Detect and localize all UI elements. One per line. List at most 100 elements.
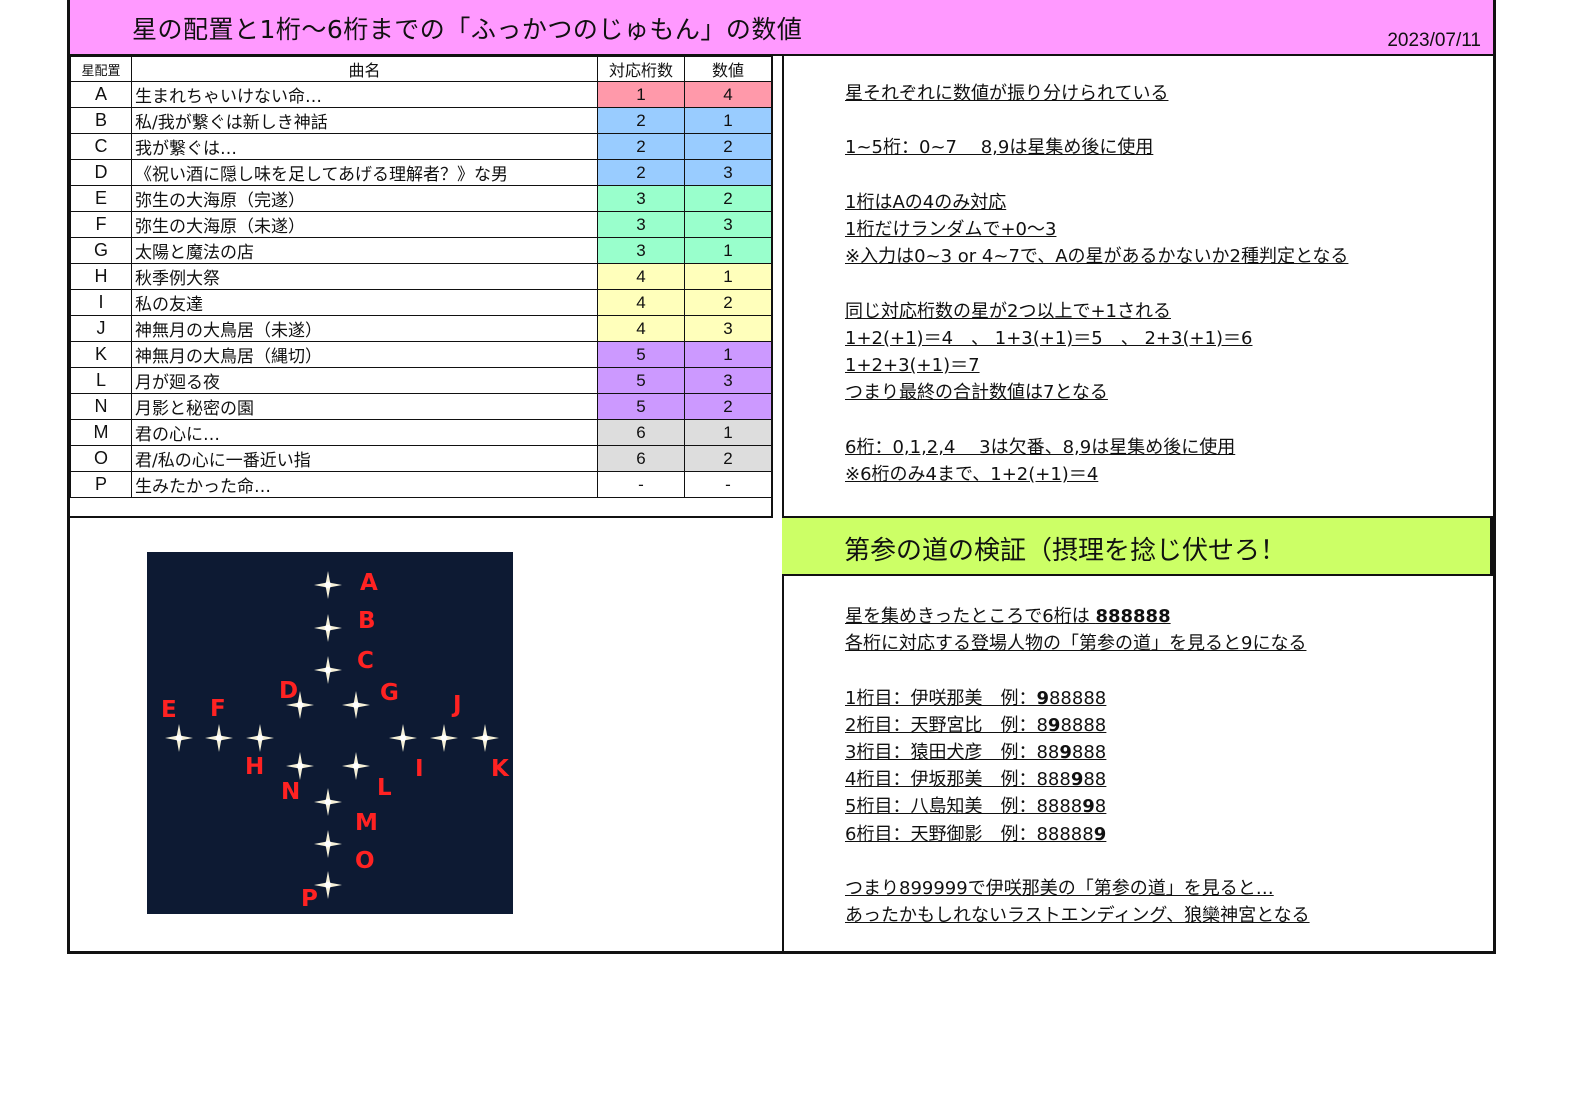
table-body: A 生まれちゃいけない命… 1 4 B 私/我が繋ぐは新しき神話 2 1 C 我が繋ぐは… 2 2 D 《…	[70, 81, 772, 498]
value-cell: 1	[684, 263, 772, 290]
song-name-cell: 我が繋ぐは…	[131, 133, 598, 160]
star-letter-cell: B	[70, 107, 132, 134]
song-name-cell: 月影と秘密の園	[131, 393, 598, 420]
digit-lines: 1桁目：伊咲那美 例：988888 2桁目：天野宮比 例：898888 3桁目：猿田…	[845, 685, 1310, 848]
star-letter-cell: K	[70, 341, 132, 368]
digit-example-line: 1桁目：伊咲那美 例：988888	[845, 687, 1107, 709]
digit-example-line: 3桁目：猿田犬彦 例：889888	[845, 742, 1107, 763]
star-letter-cell: G	[70, 237, 132, 264]
value-cell: 2	[684, 289, 772, 316]
digit-cell: 5	[597, 341, 685, 368]
star-label: D	[279, 678, 298, 704]
value-cell: 1	[684, 419, 772, 446]
banner-title: 第参の道の検証（摂理を捻じ伏せろ！	[844, 536, 1287, 566]
verify-line: つまり899999で伊咲那美の「第参の道」を見ると…	[845, 878, 1274, 899]
note-line: ※入力は0~3 or 4~7で、Aの星があるかないか2種判定となる	[845, 246, 1349, 268]
verify-bold: 888888	[1095, 606, 1171, 627]
verification-notes: 星を集めきったところで6桁は 888888 各桁に対応する登場人物の「第参の道」…	[845, 603, 1310, 929]
date-label: 2023/07/11	[1387, 30, 1481, 51]
note-line: 1+2(+1)＝4 、 1+3(+1)＝5 、 2+3(+1)＝6	[845, 327, 1253, 349]
star-table: 星配置 曲名 対応桁数 数値 A 生まれちゃいけない命… 1 4 B 私/我が繋ぐは新しき…	[70, 56, 772, 498]
table-row: F 弥生の大海原（未遂） 3 3	[70, 211, 772, 238]
digit-cell: 3	[597, 185, 685, 212]
note-line	[845, 406, 1348, 433]
table-header-row: 星配置 曲名 対応桁数 数値	[70, 56, 772, 82]
digit-cell: 2	[597, 133, 685, 160]
song-name-cell: 神無月の大鳥居（縄切）	[131, 341, 598, 368]
star-icon	[205, 724, 233, 752]
star-letter-cell: A	[70, 81, 132, 108]
digit-cell: 3	[597, 211, 685, 238]
star-letter-cell: C	[70, 133, 132, 160]
song-name-cell: 弥生の大海原（未遂）	[131, 211, 598, 238]
star-label: F	[210, 696, 226, 722]
star-label: P	[301, 886, 318, 912]
song-name-cell: 君の心に…	[131, 419, 598, 446]
star-icon	[471, 724, 499, 752]
star-icon	[314, 830, 342, 858]
digit-cell: 5	[597, 367, 685, 394]
song-name-cell: 私/我が繋ぐは新しき神話	[131, 107, 598, 134]
note-line: 1+2+3(+1)＝7	[845, 354, 980, 376]
star-icon	[430, 724, 458, 752]
song-name-cell: 君/私の心に一番近い指	[131, 445, 598, 472]
value-cell: 3	[684, 159, 772, 186]
value-cell: -	[684, 471, 772, 498]
value-cell: 2	[684, 185, 772, 212]
star-label: H	[245, 754, 264, 780]
value-cell: 2	[684, 445, 772, 472]
header-digit: 対応桁数	[597, 56, 685, 82]
star-letter-cell: I	[70, 289, 132, 316]
star-icon	[314, 571, 342, 599]
value-cell: 1	[684, 107, 772, 134]
page-title: 星の配置と1桁～6桁までの「ふっかつのじゅもん」の数値	[132, 15, 803, 44]
value-cell: 3	[684, 211, 772, 238]
verify-line: 各桁に対応する登場人物の「第参の道」を見ると9になる	[845, 633, 1307, 655]
star-label: B	[358, 608, 376, 634]
star-map-image: ABC D G E F J HN I K LMO P	[147, 552, 513, 914]
star-label: M	[355, 810, 378, 836]
table-row: D 《祝い酒に隠し味を足してあげる理解者？》な男 2 3	[70, 159, 772, 186]
header-value: 数値	[684, 56, 772, 82]
star-icon	[314, 871, 342, 899]
digit-example-line: 2桁目：天野宮比 例：898888	[845, 714, 1107, 736]
digit-example-line: 5桁目：八島知美 例：888898	[845, 796, 1107, 818]
table-row: C 我が繋ぐは… 2 2	[70, 133, 772, 160]
digit-cell: 5	[597, 393, 685, 420]
banner-edge	[1490, 516, 1493, 576]
digit-cell: 4	[597, 315, 685, 342]
song-name-cell: 生まれちゃいけない命…	[131, 81, 598, 108]
table-row: O 君/私の心に一番近い指 6 2	[70, 445, 772, 472]
star-letter-cell: J	[70, 315, 132, 342]
star-label: E	[161, 697, 177, 723]
star-letter-cell: E	[70, 185, 132, 212]
star-icon	[389, 724, 417, 752]
rules-notes: 星それぞれに数値が振り分けられている 1~5桁：0~7 8,9は星集め後に使用 1桁…	[845, 80, 1348, 488]
star-icon	[314, 788, 342, 816]
digit-example-line: 6桁目：天野御影 例：888889	[845, 823, 1107, 845]
star-label: L	[377, 775, 392, 801]
star-letter-cell: N	[70, 393, 132, 420]
table-row: J 神無月の大鳥居（未遂） 4 3	[70, 315, 772, 342]
column-divider	[782, 56, 784, 951]
value-cell: 1	[684, 237, 772, 264]
digit-cell: 2	[597, 107, 685, 134]
star-icon	[246, 724, 274, 752]
table-row: I 私の友達 4 2	[70, 289, 772, 316]
table-row: E 弥生の大海原（完遂） 3 2	[70, 185, 772, 212]
song-name-cell: 生みたかった命…	[131, 471, 598, 498]
star-label: J	[451, 692, 462, 718]
star-label: A	[360, 570, 378, 596]
value-cell: 4	[684, 81, 772, 108]
table-border	[70, 516, 773, 518]
star-icon	[342, 752, 370, 780]
star-letter-cell: M	[70, 419, 132, 446]
spreadsheet-sheet: 星の配置と1桁～6桁までの「ふっかつのじゅもん」の数値 2023/07/11 星…	[67, 0, 1496, 954]
note-line: つまり最終の合計数値は7となる	[845, 382, 1108, 404]
star-label: K	[491, 756, 510, 782]
star-letter-cell: P	[70, 471, 132, 498]
note-line: 1桁だけランダムで+0～3	[845, 218, 1057, 240]
note-line: 1~5桁：0~7 8,9は星集め後に使用	[845, 137, 1154, 159]
note-line: 1桁はAの4のみ対応	[845, 191, 1007, 213]
